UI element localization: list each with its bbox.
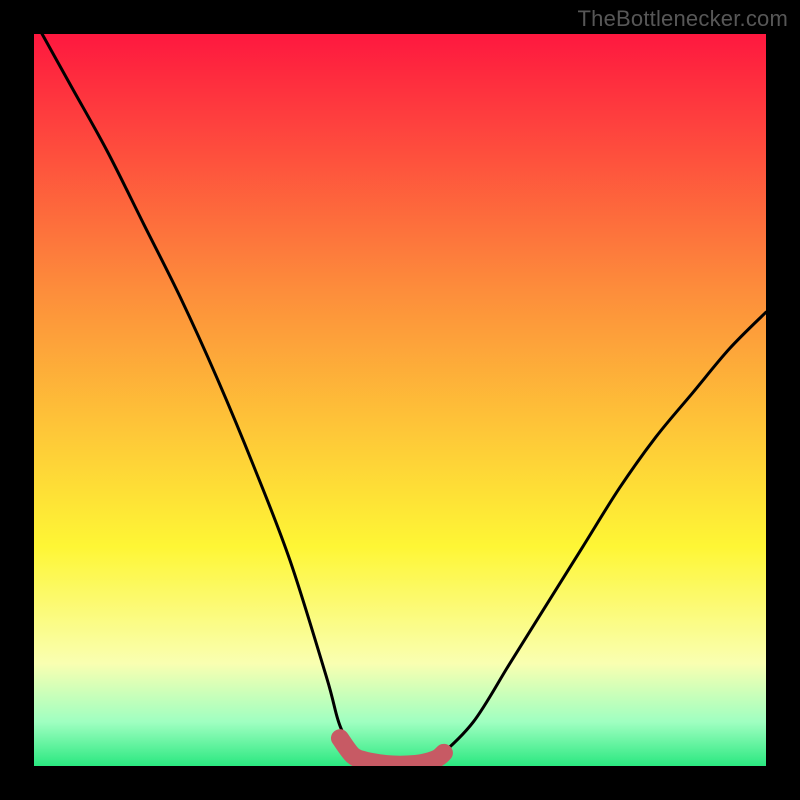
bottom-marker-dot xyxy=(332,730,348,746)
chart-frame: TheBottlenecker.com xyxy=(0,0,800,800)
gradient-background xyxy=(34,34,766,766)
bottleneck-chart xyxy=(34,34,766,766)
bottom-marker-dot xyxy=(436,745,452,761)
watermark-text: TheBottlenecker.com xyxy=(578,6,788,32)
